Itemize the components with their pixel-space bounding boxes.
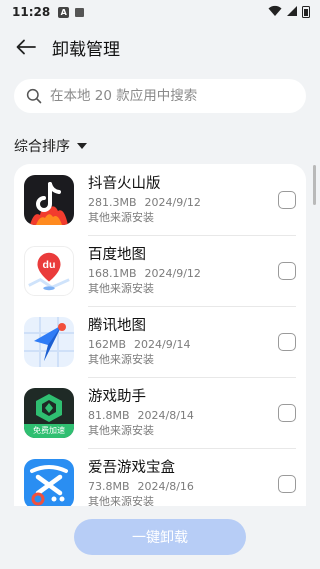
app-checkbox[interactable]	[278, 190, 296, 209]
app-checkbox[interactable]	[278, 474, 296, 493]
app-name: 抖音火山版	[88, 175, 161, 192]
search-icon	[26, 88, 42, 104]
status-time: 11:28	[12, 5, 51, 19]
app-size: 168.1MB	[88, 266, 137, 280]
app-size: 73.8MB	[88, 479, 130, 493]
app-source: 其他来源安装	[88, 210, 154, 224]
tencent-map-icon	[24, 316, 74, 367]
app-source: 其他来源安装	[88, 352, 154, 366]
aiwu-game-box-icon	[24, 458, 74, 506]
sort-dropdown[interactable]: 综合排序	[14, 136, 87, 156]
notification-square-icon	[75, 7, 85, 17]
app-size: 281.3MB	[88, 195, 137, 209]
baidu-map-icon: du	[24, 245, 74, 296]
app-install-date: 2024/9/12	[144, 195, 201, 209]
app-checkbox[interactable]	[278, 261, 296, 280]
notification-app-icon: A	[58, 6, 70, 18]
caret-down-icon	[77, 143, 87, 149]
one-click-uninstall-button[interactable]: 一键卸载	[74, 519, 246, 555]
app-row[interactable]: 腾讯地图 162MB 2024/9/14 其他来源安装	[14, 306, 306, 377]
signal-icon	[286, 5, 298, 20]
wifi-icon	[268, 5, 282, 20]
app-install-date: 2024/9/14	[134, 337, 191, 351]
arrow-left-icon	[16, 39, 36, 55]
app-row[interactable]: 免费加速 游戏助手 81.8MB 2024/8/14 其他来源安装	[14, 377, 306, 448]
app-name: 爱吾游戏宝盒	[88, 459, 175, 476]
svg-text:du: du	[43, 259, 56, 271]
sort-label: 综合排序	[14, 139, 70, 155]
app-checkbox[interactable]	[278, 332, 296, 351]
back-button[interactable]	[14, 35, 38, 59]
app-checkbox[interactable]	[278, 403, 296, 422]
battery-icon	[302, 6, 310, 18]
scrollbar[interactable]	[313, 165, 316, 205]
app-row[interactable]: 爱吾游戏宝盒 73.8MB 2024/8/16 其他来源安装	[14, 448, 306, 506]
app-badge: 免费加速	[24, 423, 74, 438]
app-source: 其他来源安装	[88, 494, 154, 507]
app-source: 其他来源安装	[88, 423, 154, 437]
app-name: 百度地图	[88, 246, 146, 263]
douyin-huoshan-icon	[24, 174, 74, 225]
search-input[interactable]	[50, 88, 290, 104]
app-list: 抖音火山版 281.3MB 2024/9/12 其他来源安装 du 百度地图 16…	[14, 164, 306, 506]
app-name: 游戏助手	[88, 388, 146, 405]
header: 卸载管理	[0, 30, 320, 64]
app-source: 其他来源安装	[88, 281, 154, 295]
app-size: 162MB	[88, 337, 127, 351]
app-name: 腾讯地图	[88, 317, 146, 334]
app-install-date: 2024/8/14	[137, 408, 194, 422]
app-install-date: 2024/8/16	[137, 479, 194, 493]
app-row[interactable]: du 百度地图 168.1MB 2024/9/12 其他来源安装	[14, 235, 306, 306]
app-row[interactable]: 抖音火山版 281.3MB 2024/9/12 其他来源安装	[14, 164, 306, 235]
search-bar[interactable]	[14, 79, 306, 113]
app-size: 81.8MB	[88, 408, 130, 422]
status-bar: 11:28 A	[0, 0, 320, 24]
app-install-date: 2024/9/12	[144, 266, 201, 280]
page-title: 卸载管理	[52, 39, 120, 60]
game-assistant-icon: 免费加速	[24, 387, 74, 438]
